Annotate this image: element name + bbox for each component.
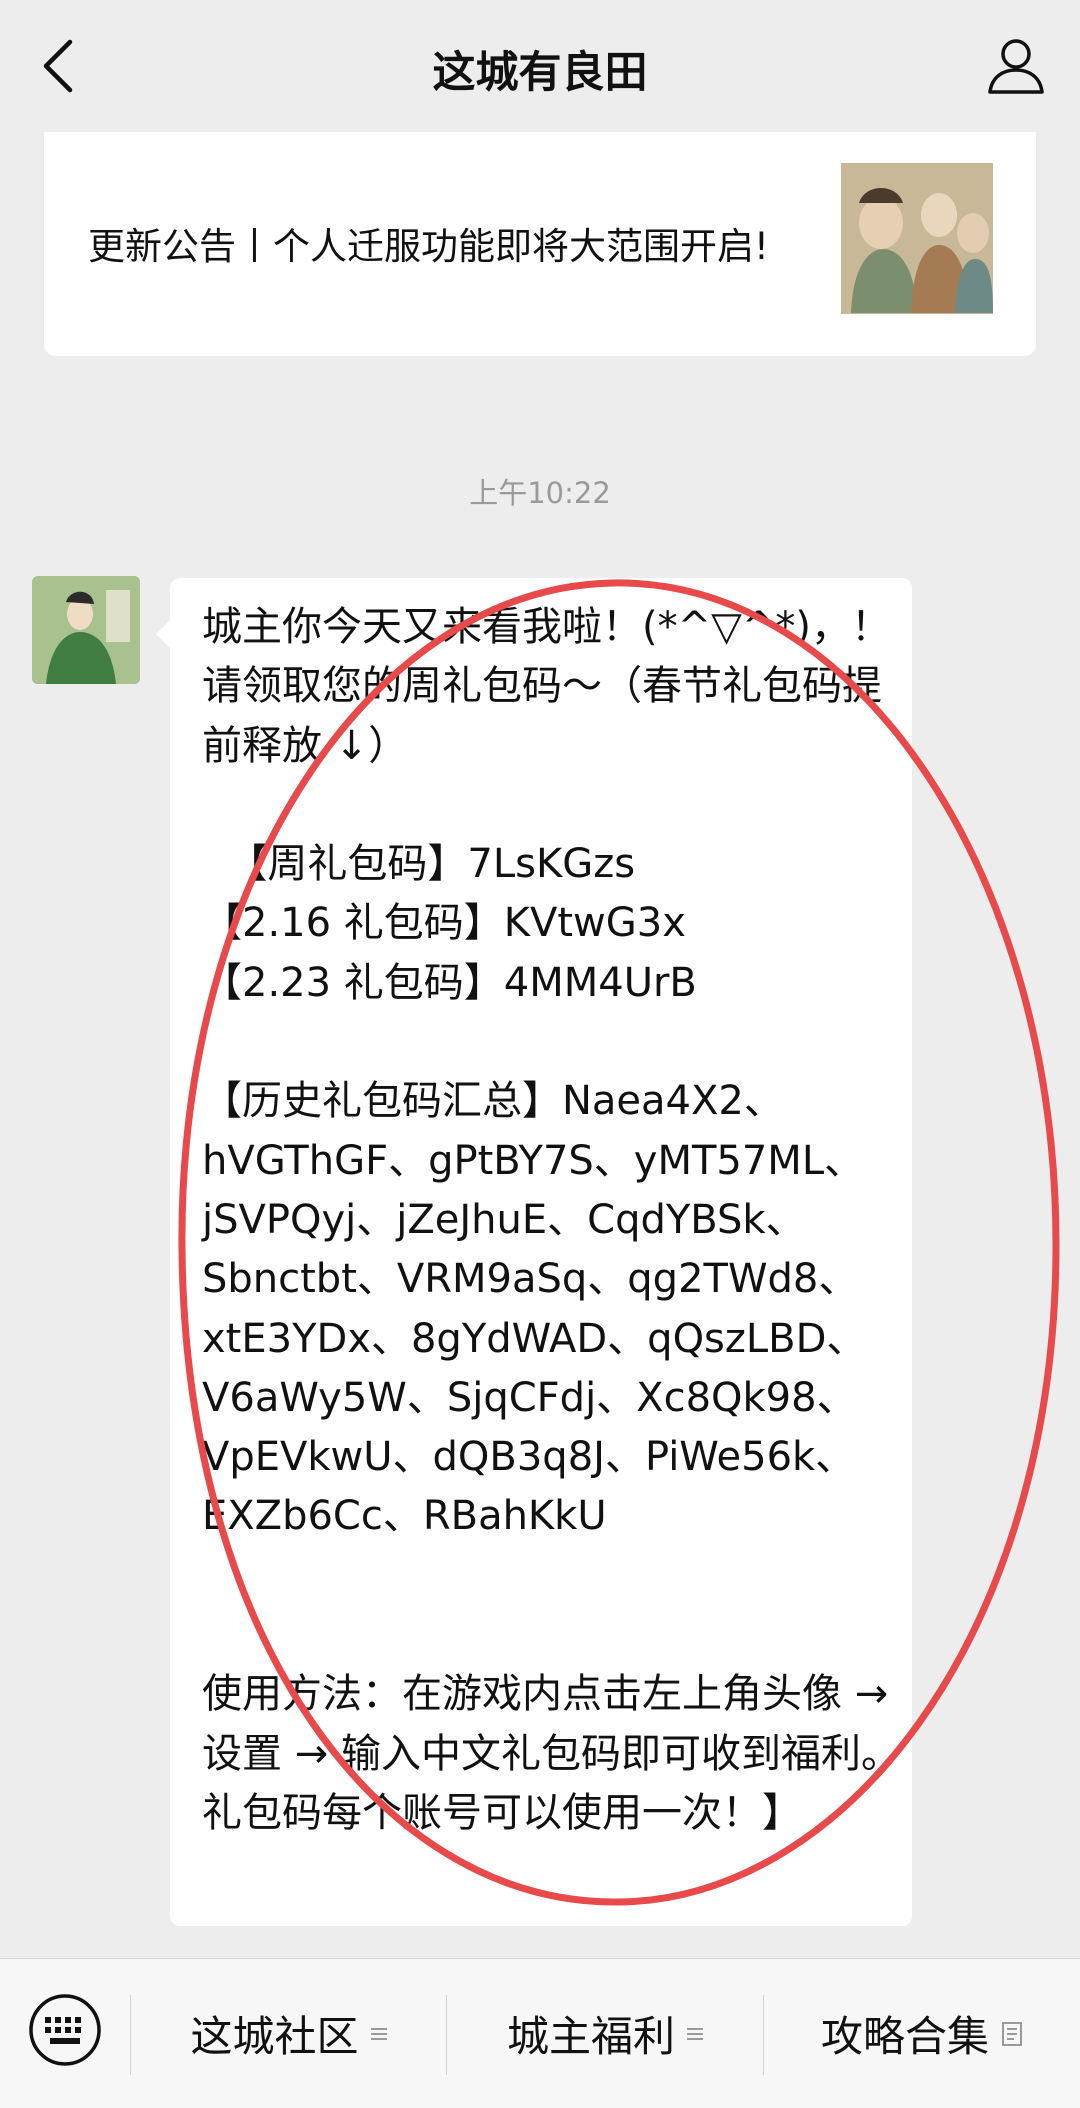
keyboard-icon[interactable] <box>28 1993 102 2067</box>
message-text: 城主你今天又来看我啦！(*^▽^*)，！请领取您的周礼包码～（春节礼包码提前释放… <box>202 604 901 1836</box>
message-timestamp: 上午10:22 <box>469 476 611 510</box>
bubble-tail <box>156 620 170 648</box>
menu-item-guides[interactable]: 攻略合集 <box>764 1959 1080 2108</box>
menu-item-community[interactable]: 这城社区 <box>131 1959 446 2108</box>
menu-item-label: 城主福利 <box>506 2012 675 2061</box>
top-navigation-bar: 这城有良田 <box>0 0 1080 132</box>
menu-item-label: 这城社区 <box>190 2012 359 2061</box>
article-card[interactable]: 更新公告丨个人迁服功能即将大范围开启! <box>44 132 1036 356</box>
article-thumbnail <box>841 163 993 314</box>
page-title: 这城有良田 <box>432 48 648 98</box>
menu-item-benefits[interactable]: 城主福利 <box>447 1959 763 2108</box>
bottom-menu-bar: 这城社区 城主福利 攻略合集 <box>0 1958 1080 2108</box>
account-avatar[interactable] <box>32 576 140 684</box>
menu-lines-icon <box>370 2027 387 2040</box>
article-icon <box>1002 2021 1022 2046</box>
menu-item-label: 攻略合集 <box>820 2012 989 2061</box>
article-title: 更新公告丨个人迁服功能即将大范围开启! <box>88 225 769 268</box>
profile-icon[interactable] <box>986 36 1046 96</box>
menu-lines-icon <box>687 2027 703 2040</box>
message-bubble[interactable]: 城主你今天又来看我啦！(*^▽^*)，！请领取您的周礼包码～（春节礼包码提前释放… <box>156 578 912 1926</box>
